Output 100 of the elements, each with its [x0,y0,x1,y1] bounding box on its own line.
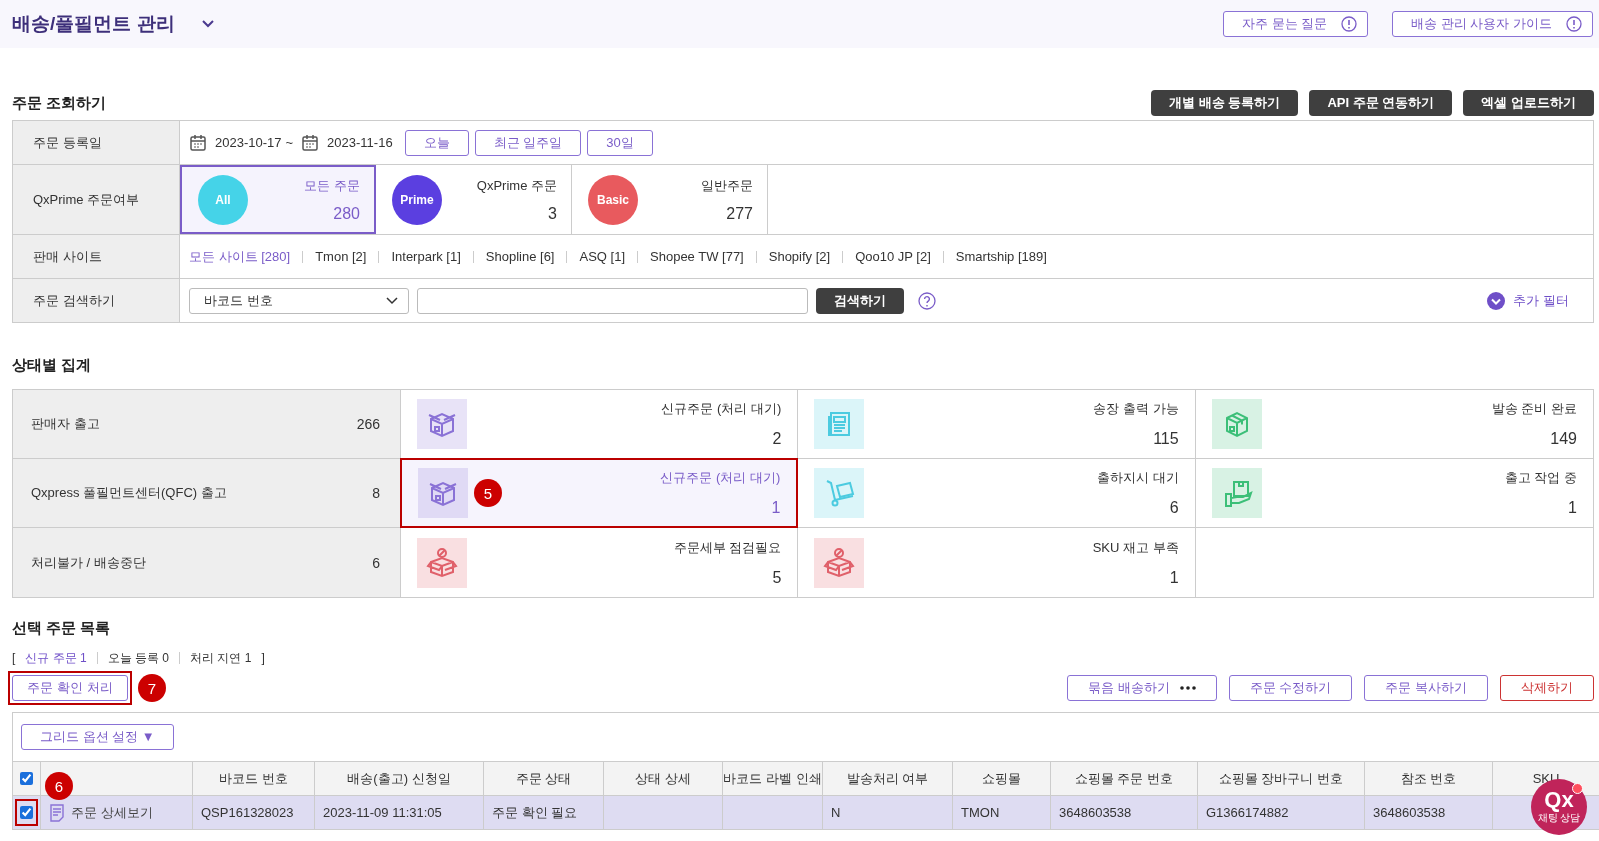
box-icon [417,399,467,449]
order-action-button[interactable]: 주문 수정하기 [1228,675,1353,701]
table-cell: 3648603538 [1373,805,1446,820]
column-header[interactable]: 발송처리 여부 [846,769,929,788]
date-preset-button[interactable]: 30일 [587,129,653,156]
chevron-down-icon [386,296,398,305]
help-link-button[interactable]: 배송 관리 사용자 가이드 [1392,11,1593,37]
chevron-down-icon[interactable] [200,19,215,29]
section-title: 상태별 집계 [12,355,92,375]
table-cell: TMON [961,805,1000,820]
order-type-name: 모든 주문 [304,176,360,195]
date-preset-button[interactable]: 오늘 [404,129,469,156]
page-title: 배송/풀필먼트 관리 [12,12,175,36]
status-count: 149 [1550,430,1577,448]
search-type-dropdown[interactable]: 바코드 번호 [189,287,409,314]
status-name: 출고 작업 중 [1504,469,1577,487]
section-title: 선택 주문 목록 [12,618,111,638]
site-filter-link[interactable]: Qoo10 JP [2] [855,249,931,264]
filter-label: 주문 등록일 [13,121,180,164]
document-icon[interactable] [49,803,65,822]
order-type-card[interactable]: All 모든 주문 280 [180,165,376,234]
site-filter-link[interactable]: ASQ [1] [579,249,625,264]
order-action-button[interactable]: 묶음 배송하기 [1067,675,1217,701]
order-action-button[interactable]: 삭제하기 [1500,675,1594,701]
date-to[interactable]: 2023-11-16 [327,135,393,150]
step-marker: 6 [45,772,73,800]
site-filter-link[interactable]: Smartship [189] [955,249,1047,264]
filter-label: 판매 사이트 [13,235,180,278]
status-card[interactable]: 신규주문 (처리 대기) 2 [401,390,798,458]
status-card[interactable]: SKU 재고 부족 1 [798,528,1195,597]
order-type-count: 280 [333,204,360,223]
action-button[interactable]: API 주문 연동하기 [1309,90,1453,116]
column-header[interactable]: 배송(출고) 신청일 [347,769,451,788]
date-preset-button[interactable]: 최근 일주일 [474,129,582,156]
column-header[interactable]: 상태 상세 [635,769,691,788]
status-count: 115 [1153,430,1179,448]
status-count: 5 [772,568,782,587]
chat-label: 채팅 상담 [1537,812,1581,825]
status-name: 출하지시 대기 [1097,469,1179,487]
column-header[interactable]: 쇼핑몰 장바구니 번호 [1218,769,1344,788]
status-name: SKU 재고 부족 [1092,538,1179,557]
more-icon [1179,686,1196,690]
help-link-button[interactable]: 자주 묻는 질문 [1222,11,1369,37]
select-all-checkbox[interactable] [20,772,33,785]
box-icon [418,468,468,518]
status-count: 1 [771,499,781,517]
order-type-card[interactable]: Prime QxPrime 주문 3 [376,165,572,234]
site-filter-link[interactable]: Tmon [2] [315,249,367,264]
chevron-down-icon [1487,291,1506,310]
order-action-button[interactable]: 주문 복사하기 [1364,675,1488,701]
package-icon [1211,399,1262,449]
column-header[interactable]: 참조 번호 [1400,769,1457,788]
filter-label: QxPrime 주문여부 [13,165,180,234]
blocked-box-icon [814,537,865,588]
site-filter-link[interactable]: Shopify [2] [768,249,831,264]
column-header[interactable]: 바코드 라벨 인쇄 [723,769,822,788]
hand-truck-icon [814,468,865,518]
summary-filter-link[interactable]: 신규 주문 1 [25,649,87,667]
row-checkbox[interactable] [20,806,33,819]
status-card[interactable]: 출하지시 대기 6 [798,459,1195,527]
confirm-order-button[interactable]: 주문 확인 처리 [12,675,128,701]
column-header[interactable]: 쇼핑몰 [982,769,1021,788]
status-card[interactable]: 발송 준비 완료 149 [1195,390,1593,458]
more-filter-button[interactable]: 추가 필터 [1481,290,1575,311]
column-header[interactable]: 주문 상태 [515,769,572,788]
site-filter-link[interactable]: Shopee TW [77] [650,249,744,264]
status-name: 신규주문 (처리 대기) [660,469,781,487]
calendar-icon[interactable] [301,133,320,152]
search-input[interactable] [417,287,808,314]
status-group-label: 판매자 출고 [31,415,100,433]
order-detail-link[interactable]: 주문 상세보기 [71,803,153,822]
table-cell: 3648603538 [1059,805,1132,820]
table-cell: 주문 확인 필요 [492,803,578,822]
calendar-icon[interactable] [189,133,207,152]
bracket-text: ] [261,651,265,665]
order-type-badge: Basic [588,174,638,225]
summary-filter-link[interactable]: 오늘 등록 0 [107,649,170,667]
status-card[interactable]: 송장 출력 가능 115 [798,390,1195,458]
order-type-badge: Prime [392,174,442,225]
column-header[interactable]: 바코드 번호 [219,769,288,788]
status-card[interactable]: 출고 작업 중 1 [1195,459,1593,527]
status-card[interactable]: 주문세부 점검필요 5 [401,528,798,597]
column-header[interactable]: 쇼핑몰 주문 번호 [1074,769,1174,788]
site-filter-link[interactable]: Shopline [6] [485,249,555,264]
help-icon[interactable] [918,291,936,310]
action-button[interactable]: 엑셀 업로드하기 [1463,90,1594,116]
site-filter-link[interactable]: 모든 사이트 [280] [189,247,291,266]
date-from[interactable]: 2023-10-17 [215,135,282,150]
action-button[interactable]: 개별 배송 등록하기 [1151,90,1299,116]
order-type-card[interactable]: Basic 일반주문 277 [572,165,768,234]
table-cell: QSP161328023 [201,805,294,820]
status-count: 1 [1568,499,1577,517]
status-group-count: 6 [372,554,380,571]
grid-options-button[interactable]: 그리드 옵션 설정 ▼ [21,724,174,750]
search-button[interactable]: 검색하기 [816,287,904,314]
document-icon [814,399,865,449]
order-type-count: 3 [548,204,557,223]
site-filter-link[interactable]: Interpark [1] [391,249,461,264]
summary-filter-link[interactable]: 처리 지연 1 [190,649,252,667]
status-card[interactable]: 5 신규주문 (처리 대기) 1 [400,458,799,528]
